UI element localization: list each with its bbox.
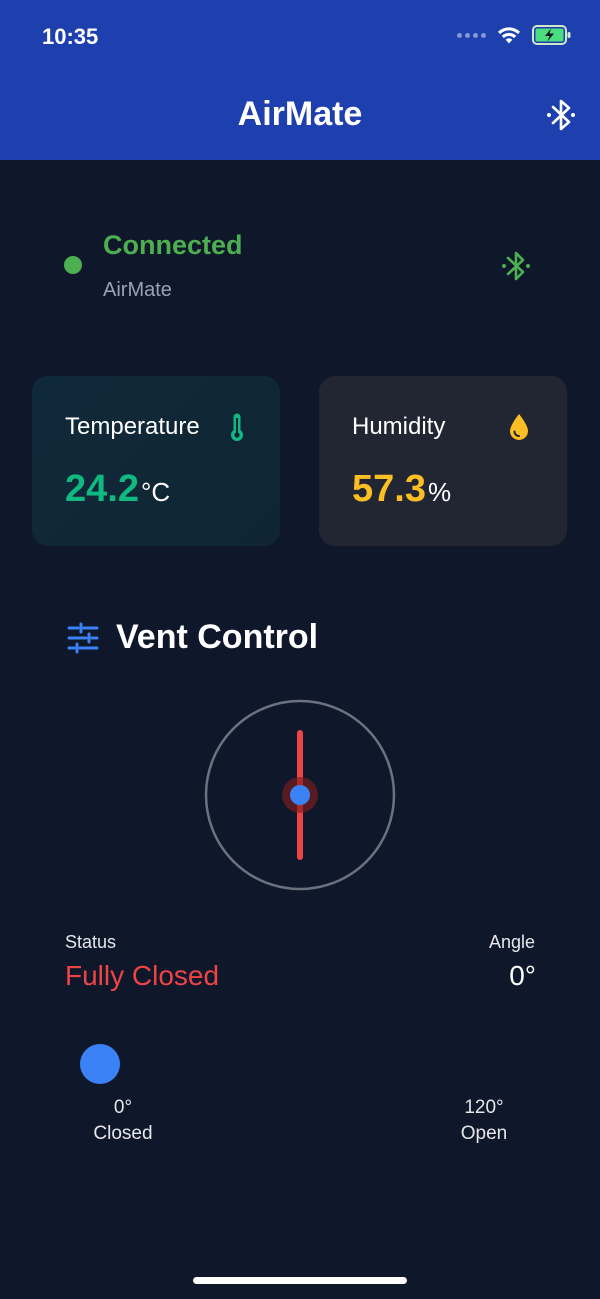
app-header: 10:35 AirMate <box>0 0 600 160</box>
temperature-unit: °C <box>140 477 171 507</box>
bluetooth-connected-icon[interactable] <box>500 248 532 284</box>
temperature-number: 24.2 <box>65 468 139 510</box>
humidity-label: Humidity <box>352 413 446 440</box>
temperature-card: Temperature 24.2°C <box>32 376 280 546</box>
slider-max-value: 120° <box>464 1097 504 1118</box>
vent-dial <box>204 699 396 891</box>
connection-status: Connected <box>103 230 243 260</box>
wifi-icon <box>498 27 520 44</box>
vent-angle-value: 0° <box>509 960 536 991</box>
humidity-number: 57.3 <box>352 468 426 510</box>
water-drop-icon <box>510 414 528 440</box>
humidity-value: 57.3% <box>352 468 451 511</box>
humidity-unit: % <box>427 477 452 507</box>
slider-max-label: Open <box>460 1123 508 1144</box>
slider-min-label: Closed <box>93 1123 153 1144</box>
slider-max-tick: 120° Open <box>444 1095 524 1147</box>
slider-thumb[interactable] <box>80 1044 120 1084</box>
vent-angle-slider[interactable] <box>80 1040 520 1084</box>
cellular-signal-icon <box>457 32 486 38</box>
thermometer-icon <box>231 413 243 441</box>
temperature-value: 24.2°C <box>65 468 170 511</box>
device-name: AirMate <box>103 279 172 301</box>
slider-min-value: 0° <box>113 1097 133 1118</box>
vent-status-value: Fully Closed <box>65 960 220 991</box>
battery-charging-icon <box>532 25 571 45</box>
vent-pivot <box>290 785 310 805</box>
vent-angle-label: Angle <box>488 932 535 952</box>
status-time: 10:35 <box>42 24 99 49</box>
vent-status-label: Status <box>65 932 117 952</box>
sliders-icon <box>67 622 99 654</box>
home-indicator[interactable] <box>193 1277 407 1284</box>
bluetooth-icon[interactable] <box>544 96 578 134</box>
app-title: AirMate <box>237 95 363 133</box>
slider-track[interactable] <box>100 1060 500 1064</box>
app-screen: 10:35 AirMate Connected AirMate Temperat… <box>0 0 600 1299</box>
vent-control-title: Vent Control <box>116 618 319 656</box>
slider-min-tick: 0° Closed <box>83 1095 163 1147</box>
status-icons <box>457 24 572 46</box>
connection-indicator <box>64 256 82 274</box>
temperature-label: Temperature <box>65 413 200 440</box>
humidity-card: Humidity 57.3% <box>319 376 567 546</box>
